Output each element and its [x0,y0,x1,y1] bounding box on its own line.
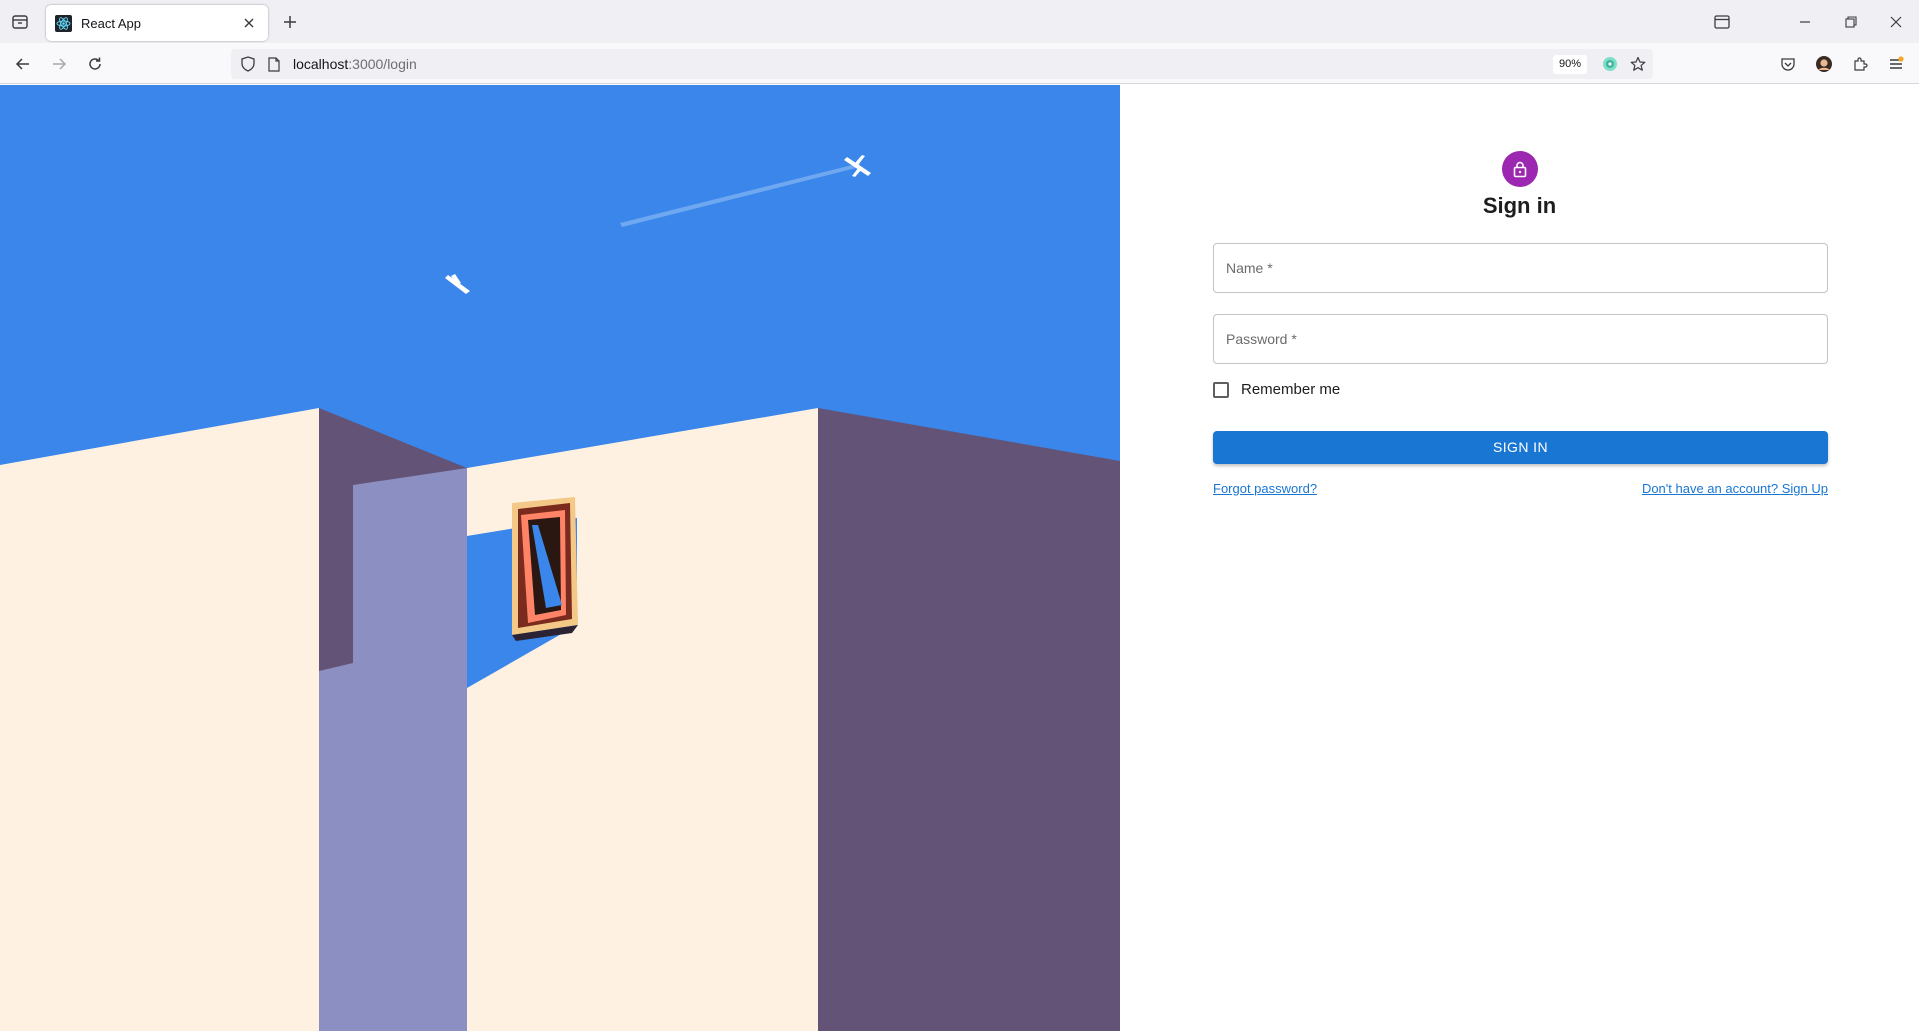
page-icon[interactable] [265,55,283,73]
close-tab-icon[interactable] [239,13,259,33]
puzzle-icon[interactable] [1847,51,1873,77]
react-icon [55,14,72,32]
url-bar[interactable]: localhost:3000/login 90% [231,49,1653,79]
lock-icon [1513,161,1527,178]
lock-avatar [1502,151,1538,187]
url-text[interactable]: localhost:3000/login [293,56,417,72]
extension-badge-icon[interactable] [1601,55,1619,73]
remember-me-label: Remember me [1241,381,1341,398]
shield-icon[interactable] [239,55,257,73]
password-field-label: Password * [1226,331,1297,347]
browser-nav-bar: localhost:3000/login 90% [0,43,1919,84]
remember-me-checkbox[interactable] [1213,381,1229,398]
tab-react-app[interactable]: React App [46,5,268,41]
url-host: localhost [293,56,349,72]
architecture-illustration [0,85,1120,1031]
reload-icon[interactable] [82,51,108,77]
remember-me-control[interactable]: Remember me [1213,381,1340,398]
tab-list-icon[interactable] [8,10,32,34]
close-window-icon[interactable] [1874,6,1918,38]
minimize-icon[interactable] [1783,6,1827,38]
hamburger-menu-icon[interactable] [1883,51,1909,77]
sign-in-button[interactable]: SIGN IN [1213,431,1828,464]
password-field[interactable]: Password * [1213,314,1828,364]
forgot-password-link[interactable]: Forgot password? [1213,481,1317,496]
sign-in-panel: Sign in Name * Password * Remember me SI… [1120,85,1919,1031]
forward-arrow-icon[interactable] [46,51,72,77]
plus-icon[interactable] [278,10,302,34]
name-field[interactable]: Name * [1213,243,1828,293]
window-illustration [512,497,578,641]
star-icon[interactable] [1629,55,1647,73]
browser-tab-strip: React App [0,0,1919,43]
tab-overview-icon[interactable] [1700,6,1744,38]
sign-up-link[interactable]: Don't have an account? Sign Up [1642,481,1828,496]
pocket-icon[interactable] [1775,51,1801,77]
hero-illustration [0,85,1120,1031]
restore-icon[interactable] [1829,6,1873,38]
profile-avatar-icon[interactable] [1811,51,1837,77]
name-field-label: Name * [1226,260,1273,276]
page-title: Sign in [1482,193,1557,218]
tab-title: React App [81,15,141,31]
url-path: :3000/login [348,56,417,72]
zoom-level-badge[interactable]: 90% [1553,55,1588,74]
back-arrow-icon[interactable] [10,51,36,77]
